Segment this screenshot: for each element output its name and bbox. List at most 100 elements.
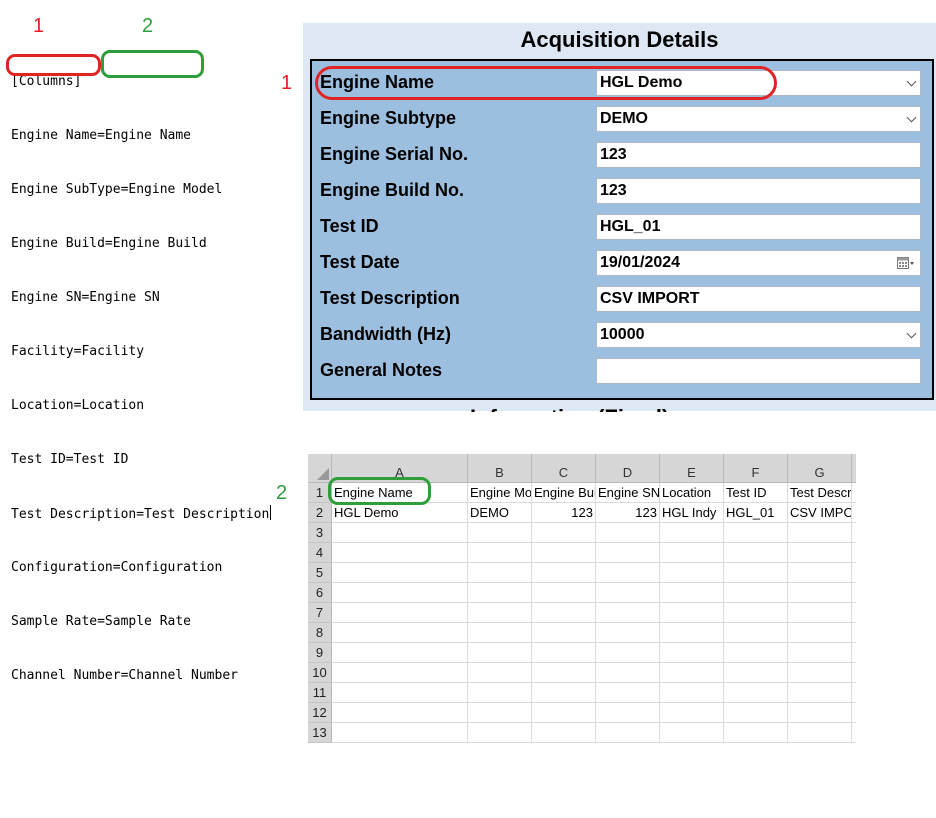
empty-cell[interactable] — [852, 643, 856, 663]
cell-f2[interactable]: HGL_01 — [724, 503, 788, 523]
empty-cell[interactable] — [332, 683, 468, 703]
test-date-picker[interactable]: 19/01/2024 — [596, 250, 921, 276]
empty-cell[interactable] — [852, 663, 856, 683]
empty-cell[interactable] — [596, 643, 660, 663]
empty-cell[interactable] — [788, 603, 852, 623]
empty-cell[interactable] — [724, 543, 788, 563]
empty-cell[interactable] — [332, 643, 468, 663]
cell-g1[interactable]: Test Description — [788, 483, 852, 503]
cell-d2[interactable]: 123 — [596, 503, 660, 523]
test-id-input[interactable]: HGL_01 — [596, 214, 921, 240]
cell-b2[interactable]: DEMO — [468, 503, 532, 523]
engine-build-input[interactable]: 123 — [596, 178, 921, 204]
engine-serial-input[interactable]: 123 — [596, 142, 921, 168]
empty-cell[interactable] — [660, 623, 724, 643]
empty-cell[interactable] — [788, 523, 852, 543]
column-header-e[interactable]: E — [660, 454, 724, 483]
empty-cell[interactable] — [660, 683, 724, 703]
column-header-g[interactable]: G — [788, 454, 852, 483]
ini-config-text[interactable]: [Columns] Engine Name=Engine Name Engine… — [11, 37, 272, 703]
empty-cell[interactable] — [596, 623, 660, 643]
cell-e2[interactable]: HGL Indy — [660, 503, 724, 523]
empty-cell[interactable] — [596, 683, 660, 703]
empty-cell[interactable] — [724, 723, 788, 743]
empty-cell[interactable] — [596, 703, 660, 723]
empty-cell[interactable] — [596, 723, 660, 743]
column-header-d[interactable]: D — [596, 454, 660, 483]
empty-cell[interactable] — [532, 703, 596, 723]
empty-cell[interactable] — [788, 643, 852, 663]
empty-cell[interactable] — [852, 723, 856, 743]
empty-cell[interactable] — [852, 583, 856, 603]
empty-cell[interactable] — [468, 703, 532, 723]
row-header[interactable]: 9 — [308, 643, 332, 663]
empty-cell[interactable] — [852, 603, 856, 623]
empty-cell[interactable] — [724, 563, 788, 583]
empty-cell[interactable] — [596, 543, 660, 563]
column-header-f[interactable]: F — [724, 454, 788, 483]
column-header-h[interactable] — [852, 454, 856, 483]
row-header[interactable]: 7 — [308, 603, 332, 623]
column-header-c[interactable]: C — [532, 454, 596, 483]
empty-cell[interactable] — [852, 623, 856, 643]
empty-cell[interactable] — [724, 603, 788, 623]
empty-cell[interactable] — [332, 543, 468, 563]
empty-cell[interactable] — [468, 603, 532, 623]
cell-d1[interactable]: Engine SN — [596, 483, 660, 503]
row-header[interactable]: 10 — [308, 663, 332, 683]
empty-cell[interactable] — [724, 523, 788, 543]
empty-cell[interactable] — [468, 523, 532, 543]
empty-cell[interactable] — [468, 723, 532, 743]
empty-cell[interactable] — [660, 643, 724, 663]
empty-cell[interactable] — [724, 703, 788, 723]
empty-cell[interactable] — [724, 583, 788, 603]
empty-cell[interactable] — [660, 603, 724, 623]
empty-cell[interactable] — [532, 723, 596, 743]
empty-cell[interactable] — [468, 643, 532, 663]
row-header[interactable]: 6 — [308, 583, 332, 603]
empty-cell[interactable] — [532, 563, 596, 583]
empty-cell[interactable] — [596, 563, 660, 583]
empty-cell[interactable] — [788, 583, 852, 603]
empty-cell[interactable] — [788, 663, 852, 683]
empty-cell[interactable] — [332, 563, 468, 583]
cell-a2[interactable]: HGL Demo — [332, 503, 468, 523]
empty-cell[interactable] — [532, 623, 596, 643]
empty-cell[interactable] — [724, 623, 788, 643]
empty-cell[interactable] — [532, 663, 596, 683]
empty-cell[interactable] — [660, 523, 724, 543]
row-header[interactable]: 2 — [308, 503, 332, 523]
empty-cell[interactable] — [660, 563, 724, 583]
row-header[interactable]: 5 — [308, 563, 332, 583]
empty-cell[interactable] — [596, 603, 660, 623]
empty-cell[interactable] — [468, 663, 532, 683]
empty-cell[interactable] — [468, 543, 532, 563]
empty-cell[interactable] — [468, 583, 532, 603]
empty-cell[interactable] — [788, 703, 852, 723]
bandwidth-dropdown[interactable]: 10000 — [596, 322, 921, 348]
empty-cell[interactable] — [596, 583, 660, 603]
empty-cell[interactable] — [660, 663, 724, 683]
empty-cell[interactable] — [852, 703, 856, 723]
empty-cell[interactable] — [724, 643, 788, 663]
empty-cell[interactable] — [852, 563, 856, 583]
empty-cell[interactable] — [532, 683, 596, 703]
empty-cell[interactable] — [332, 703, 468, 723]
empty-cell[interactable] — [332, 583, 468, 603]
empty-cell[interactable] — [724, 683, 788, 703]
empty-cell[interactable] — [532, 583, 596, 603]
select-all-corner[interactable] — [308, 454, 332, 483]
cell-h1[interactable] — [852, 483, 856, 503]
empty-cell[interactable] — [532, 523, 596, 543]
empty-cell[interactable] — [332, 623, 468, 643]
row-header[interactable]: 11 — [308, 683, 332, 703]
empty-cell[interactable] — [852, 523, 856, 543]
row-header[interactable]: 3 — [308, 523, 332, 543]
empty-cell[interactable] — [596, 663, 660, 683]
cell-e1[interactable]: Location — [660, 483, 724, 503]
empty-cell[interactable] — [724, 663, 788, 683]
row-header[interactable]: 8 — [308, 623, 332, 643]
engine-subtype-dropdown[interactable]: DEMO — [596, 106, 921, 132]
calendar-icon[interactable] — [897, 256, 915, 270]
empty-cell[interactable] — [788, 683, 852, 703]
